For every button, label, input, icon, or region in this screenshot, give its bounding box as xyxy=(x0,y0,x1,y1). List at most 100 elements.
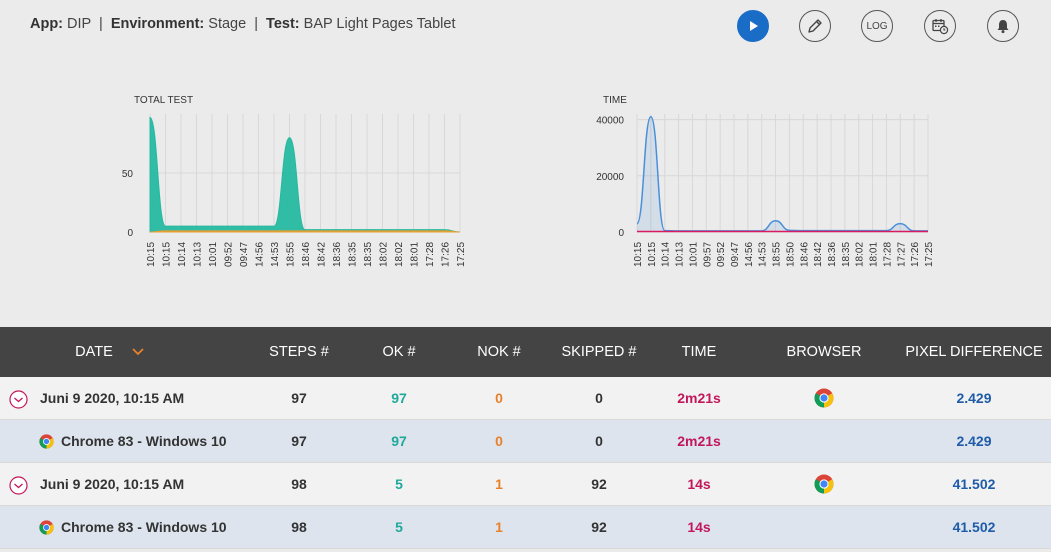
x-tick-label: 18:50 xyxy=(785,242,796,267)
steps-value: 98 xyxy=(291,476,307,492)
x-tick-label: 18:46 xyxy=(301,242,312,267)
browser-cell xyxy=(784,463,864,505)
table-row-browser[interactable]: Chrome 83 - Windows 10 97 97 0 0 2m21s 2… xyxy=(0,420,1051,463)
run-date: Juni 9 2020, 10:15 AM xyxy=(40,476,185,492)
nok-value: 1 xyxy=(495,476,503,492)
steps-value: 97 xyxy=(291,390,307,406)
table-header: DATE STEPS # OK # NOK # SKIPPED # TIME B… xyxy=(0,327,1051,377)
skipped-value: 0 xyxy=(595,390,603,406)
x-tick-label: 10:15 xyxy=(162,242,173,267)
pencil-icon xyxy=(808,19,822,33)
series-area xyxy=(149,230,461,233)
x-tick-label: 17:25 xyxy=(924,242,935,267)
x-tick-label: 14:56 xyxy=(744,242,755,267)
pixel-difference-value[interactable]: 2.429 xyxy=(914,420,1034,462)
x-tick-label: 17:25 xyxy=(456,242,467,267)
chrome-icon xyxy=(39,434,54,449)
time-column-header[interactable]: TIME xyxy=(659,327,739,377)
x-tick-label: 09:52 xyxy=(716,242,727,267)
x-tick-label: 09:52 xyxy=(224,242,235,267)
x-tick-label: 18:36 xyxy=(332,242,343,267)
y-tick-label: 0 xyxy=(127,228,133,239)
browser-name: Chrome 83 - Windows 10 xyxy=(61,433,227,449)
series-fill xyxy=(637,116,928,232)
bell-icon xyxy=(997,20,1009,34)
time-value: 2m21s xyxy=(677,433,721,449)
pixel-difference-value[interactable]: 41.502 xyxy=(914,506,1034,548)
date-column-header[interactable]: DATE xyxy=(0,327,220,377)
x-tick-label: 18:42 xyxy=(317,242,328,267)
top-bar: App: DIP | Environment: Stage | Test: BA… xyxy=(0,0,1051,52)
test-context: App: DIP | Environment: Stage | Test: BA… xyxy=(30,16,455,32)
test-label: Test: xyxy=(266,16,300,32)
clock-expand-icon[interactable] xyxy=(9,390,28,409)
x-tick-label: 18:01 xyxy=(869,242,880,267)
nok-value: 0 xyxy=(495,390,503,406)
play-button[interactable] xyxy=(737,10,769,42)
x-tick-label: 18:01 xyxy=(410,242,421,267)
x-tick-label: 18:02 xyxy=(394,242,405,267)
ok-value: 97 xyxy=(391,390,407,406)
time-value: 14s xyxy=(687,476,711,492)
nok-value: 1 xyxy=(495,519,503,535)
ok-value: 97 xyxy=(391,433,407,449)
environment-value: Stage xyxy=(208,16,247,32)
steps-value: 98 xyxy=(291,519,307,535)
skipped-value: 92 xyxy=(591,476,607,492)
x-tick-label: 10:01 xyxy=(208,242,219,267)
chrome-icon xyxy=(814,388,834,408)
browser-name: Chrome 83 - Windows 10 xyxy=(61,519,227,535)
table-row-browser[interactable]: Chrome 83 - Windows 10 98 5 1 92 14s 41.… xyxy=(0,506,1051,549)
ok-column-header[interactable]: OK # xyxy=(359,327,439,377)
pixel-difference-value[interactable]: 2.429 xyxy=(914,377,1034,419)
test-value: BAP Light Pages Tablet xyxy=(303,16,456,32)
x-tick-label: 14:53 xyxy=(270,242,281,267)
chart-title: TIME xyxy=(603,95,627,106)
log-label: LOG xyxy=(866,20,888,32)
x-tick-label: 18:46 xyxy=(799,242,810,267)
browser-cell xyxy=(784,377,864,419)
x-tick-label: 18:35 xyxy=(841,242,852,267)
notifications-button[interactable] xyxy=(987,10,1019,42)
charts-svg: TOTAL TEST05010:15 10:15 10:14 10:13 10:01 09… xyxy=(122,95,935,267)
charts-area: TOTAL TEST 0 50 10:15 10:15 10:14 10:13 10:01 09… xyxy=(0,52,1051,327)
ok-value: 5 xyxy=(395,476,403,492)
y-tick-label: 50 xyxy=(122,169,134,180)
clock-expand-icon[interactable] xyxy=(9,476,28,495)
separator: | xyxy=(99,16,103,32)
x-tick-label: 18:42 xyxy=(813,242,824,267)
x-tick-label: 14:53 xyxy=(758,242,769,267)
skipped-column-header[interactable]: SKIPPED # xyxy=(549,327,649,377)
x-tick-label: 10:15 xyxy=(146,242,157,267)
table-row-run[interactable]: Juni 9 2020, 10:15 AM 97 97 0 0 2m21s 2.… xyxy=(0,377,1051,420)
x-tick-label: 10:01 xyxy=(688,242,699,267)
time-value: 14s xyxy=(687,519,711,535)
log-button[interactable]: LOG xyxy=(861,10,893,42)
chrome-icon xyxy=(814,474,834,494)
x-tick-label: 10:13 xyxy=(675,242,686,267)
pixel-difference-column-header[interactable]: PIXEL DIFFERENCE xyxy=(904,327,1044,377)
pixel-difference-value[interactable]: 41.502 xyxy=(914,463,1034,505)
x-tick-label: 18:55 xyxy=(772,242,783,267)
time-value: 2m21s xyxy=(677,390,721,406)
browser-column-header[interactable]: BROWSER xyxy=(774,327,874,377)
schedule-button[interactable] xyxy=(924,10,956,42)
separator: | xyxy=(254,16,259,32)
table-row-run[interactable]: Juni 9 2020, 10:15 AM 98 5 1 92 14s 41.5… xyxy=(0,463,1051,506)
steps-column-header[interactable]: STEPS # xyxy=(259,327,339,377)
x-tick-label: 09:57 xyxy=(702,242,713,267)
edit-button[interactable] xyxy=(799,10,831,42)
x-tick-label: 10:13 xyxy=(193,242,204,267)
x-tick-label: 18:02 xyxy=(379,242,390,267)
x-tick-label: 18:36 xyxy=(827,242,838,267)
nok-column-header[interactable]: NOK # xyxy=(459,327,539,377)
x-tick-label: 09:47 xyxy=(730,242,741,267)
skipped-value: 0 xyxy=(595,433,603,449)
chrome-icon xyxy=(39,520,54,535)
x-tick-label: 14:56 xyxy=(255,242,266,267)
x-tick-label: 09:47 xyxy=(239,242,250,267)
x-tick-label: 10:14 xyxy=(177,242,188,267)
x-tick-label: 10:14 xyxy=(661,242,672,267)
series-line xyxy=(636,116,928,232)
app-value: DIP xyxy=(67,16,91,32)
